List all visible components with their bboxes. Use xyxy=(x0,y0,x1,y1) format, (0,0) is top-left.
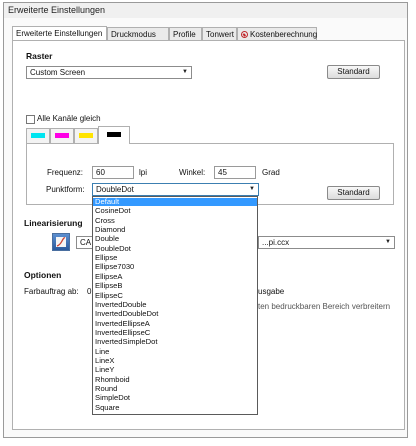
optionen-heading: Optionen xyxy=(24,270,62,280)
tab-kostenberechnung-label: Kostenberechnung xyxy=(250,30,318,39)
dropdown-option-ellipse[interactable]: Ellipse xyxy=(93,253,257,262)
farbauftrag-label: Farbauftrag ab: xyxy=(24,287,79,296)
linearisation-icon[interactable] xyxy=(52,233,70,251)
yellow-swatch xyxy=(79,133,93,138)
channel-tab-yellow[interactable] xyxy=(74,128,98,143)
cancel-icon xyxy=(241,31,248,38)
dropdown-option-ellipseb[interactable]: EllipseB xyxy=(93,281,257,290)
alle-kanaele-label: Alle Kanäle gleich xyxy=(37,114,101,123)
tab-profile[interactable]: Profile xyxy=(169,27,202,40)
linearisierung-combo-value: ...pi.ccx xyxy=(262,238,290,247)
dropdown-option-linex[interactable]: LineX xyxy=(93,356,257,365)
dropdown-option-invertedsimpledot[interactable]: InvertedSimpleDot xyxy=(93,337,257,346)
channel-tab-black[interactable] xyxy=(98,126,130,144)
magenta-swatch xyxy=(55,133,69,138)
channel-tab-cyan[interactable] xyxy=(26,128,50,143)
farbauftrag-value: 0 xyxy=(87,287,92,296)
punktform-standard-button[interactable]: Standard xyxy=(327,186,380,200)
dropdown-option-liney[interactable]: LineY xyxy=(93,365,257,374)
dropdown-option-diamond[interactable]: Diamond xyxy=(93,225,257,234)
cyan-swatch xyxy=(31,133,45,138)
dropdown-option-square[interactable]: Square xyxy=(93,403,257,412)
channel-tab-magenta[interactable] xyxy=(50,128,74,143)
frequenz-input[interactable]: 60 xyxy=(92,166,134,179)
chevron-down-icon: ▼ xyxy=(249,186,255,192)
dropdown-option-ellipsec[interactable]: EllipseC xyxy=(93,291,257,300)
tab-kostenberechnung[interactable]: Kostenberechnung xyxy=(237,27,317,40)
tab-tonwert[interactable]: Tonwert xyxy=(202,27,237,40)
dropdown-option-invertedellipsea[interactable]: InvertedEllipseA xyxy=(93,319,257,328)
punktform-combo[interactable]: DoubleDot ▼ xyxy=(92,183,259,196)
dropdown-option-cross[interactable]: Cross xyxy=(93,216,257,225)
raster-combo-value: Custom Screen xyxy=(30,68,86,77)
alle-kanaele-checkbox[interactable] xyxy=(26,115,35,124)
dropdown-option-double[interactable]: Double xyxy=(93,235,257,244)
dropdown-option-rhomboid[interactable]: Rhomboid xyxy=(93,375,257,384)
raster-heading: Raster xyxy=(26,51,53,61)
winkel-label: Winkel: xyxy=(179,168,206,177)
raster-standard-button[interactable]: Standard xyxy=(327,65,380,79)
chevron-down-icon: ▼ xyxy=(182,69,188,75)
dropdown-option-default[interactable]: Default xyxy=(93,197,257,207)
linearisierung-combo-right[interactable]: ...pi.ccx ▼ xyxy=(258,236,395,249)
dropdown-option-invertedellipsec[interactable]: InvertedEllipseC xyxy=(93,328,257,337)
option-text-bereich: ten bedruckbaren Bereich verbreitern xyxy=(258,302,391,311)
winkel-unit: Grad xyxy=(262,168,280,177)
punktform-label: Punktform: xyxy=(46,185,85,194)
frequenz-unit: lpi xyxy=(139,168,148,177)
dropdown-option-round[interactable]: Round xyxy=(93,384,257,393)
punktform-dropdown-list[interactable]: Default CosineDot Cross Diamond Double Double… xyxy=(92,196,258,415)
dropdown-option-simpledot[interactable]: SimpleDot xyxy=(93,394,257,403)
window-title: Erweiterte Einstellungen xyxy=(4,3,407,18)
dropdown-option-ellipse7030[interactable]: Ellipse7030 xyxy=(93,263,257,272)
frequenz-label: Frequenz: xyxy=(47,168,84,177)
dropdown-option-inverteddouble[interactable]: InvertedDouble xyxy=(93,300,257,309)
dropdown-option-line[interactable]: Line xyxy=(93,347,257,356)
dropdown-option-inverteddoubledot[interactable]: InvertedDoubleDot xyxy=(93,309,257,318)
dropdown-option-ellipsea[interactable]: EllipseA xyxy=(93,272,257,281)
black-swatch xyxy=(107,132,121,137)
chevron-down-icon: ▼ xyxy=(385,239,391,245)
dropdown-option-doubledot[interactable]: DoubleDot xyxy=(93,244,257,253)
option-text-ausgabe: usgabe xyxy=(258,287,285,296)
linearisierung-heading: Linearisierung xyxy=(24,218,83,228)
tab-druckmodus[interactable]: Druckmodus xyxy=(107,27,169,40)
winkel-input[interactable]: 45 xyxy=(214,166,256,179)
dropdown-option-cosinedot[interactable]: CosineDot xyxy=(93,207,257,216)
tab-erweiterte-einstellungen[interactable]: Erweiterte Einstellungen xyxy=(12,26,107,40)
punktform-combo-value: DoubleDot xyxy=(96,185,134,194)
curve-icon xyxy=(56,237,66,247)
raster-combo[interactable]: Custom Screen ▼ xyxy=(26,66,192,79)
